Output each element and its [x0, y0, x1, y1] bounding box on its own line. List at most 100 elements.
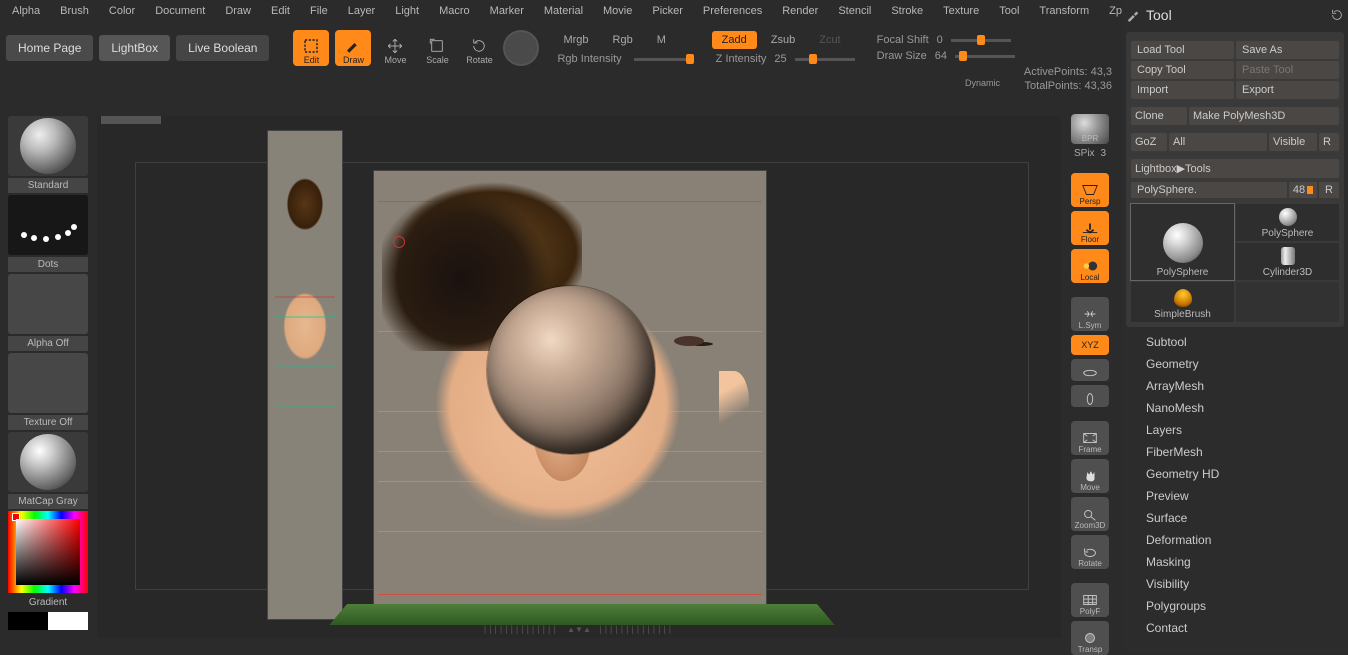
menu-stencil[interactable]: Stencil: [830, 2, 879, 20]
menu-movie[interactable]: Movie: [595, 2, 640, 20]
focalshift-slider[interactable]: [951, 39, 1011, 42]
lightboxtools-button[interactable]: Lightbox▶Tools: [1131, 159, 1339, 178]
xyz-button[interactable]: XYZ: [1071, 335, 1109, 355]
canvas-resize-grip[interactable]: |||||||||||||| ▲▼▲ ||||||||||||||: [484, 624, 674, 634]
subpalette-nanomesh[interactable]: NanoMesh: [1146, 401, 1342, 415]
subpalette-masking[interactable]: Masking: [1146, 555, 1342, 569]
export-button[interactable]: Export: [1236, 81, 1339, 99]
loadtool-button[interactable]: Load Tool: [1131, 41, 1234, 59]
tool-polysphere-active[interactable]: PolySphere: [1131, 204, 1234, 280]
saveas-button[interactable]: Save As: [1236, 41, 1339, 59]
rgbintensity-slider[interactable]: [634, 58, 694, 61]
menu-layer[interactable]: Layer: [340, 2, 384, 20]
material-picker[interactable]: [8, 432, 88, 492]
rot-z-button[interactable]: [1071, 385, 1109, 407]
menu-edit[interactable]: Edit: [263, 2, 298, 20]
menu-light[interactable]: Light: [387, 2, 427, 20]
menu-render[interactable]: Render: [774, 2, 826, 20]
rotate-mode-button[interactable]: Rotate: [461, 30, 497, 66]
subpalette-arraymesh[interactable]: ArrayMesh: [1146, 379, 1342, 393]
active-mesh-polysphere[interactable]: [487, 286, 655, 454]
alpha-picker[interactable]: [8, 274, 88, 334]
goz-visible-button[interactable]: Visible: [1269, 133, 1317, 151]
rotate-view-button[interactable]: Rotate: [1071, 535, 1109, 569]
subpalette-subtool[interactable]: Subtool: [1146, 335, 1342, 349]
polyframe-button[interactable]: PolyF: [1071, 583, 1109, 617]
subpalette-surface[interactable]: Surface: [1146, 511, 1342, 525]
menu-brush[interactable]: Brush: [52, 2, 97, 20]
menu-alpha[interactable]: Alpha: [4, 2, 48, 20]
dynamic-toggle[interactable]: Dynamic: [965, 78, 1000, 88]
goz-all-button[interactable]: All: [1169, 133, 1267, 151]
zoom-button[interactable]: Zoom3D: [1071, 497, 1109, 531]
subpalette-fibermesh[interactable]: FiberMesh: [1146, 445, 1342, 459]
refresh-icon[interactable]: [1330, 8, 1344, 22]
m-toggle[interactable]: M: [647, 31, 676, 49]
spix-slider[interactable]: SPix3: [1071, 148, 1109, 159]
brush-picker[interactable]: [8, 116, 88, 176]
frame-button[interactable]: Frame: [1071, 421, 1109, 455]
color-picker[interactable]: [8, 511, 88, 593]
goz-r-button[interactable]: R: [1319, 133, 1339, 151]
rot-y-button[interactable]: [1071, 359, 1109, 381]
lsym-button[interactable]: L.Sym: [1071, 297, 1109, 331]
texture-picker[interactable]: [8, 353, 88, 413]
menu-material[interactable]: Material: [536, 2, 591, 20]
menu-tool[interactable]: Tool: [991, 2, 1027, 20]
menu-draw[interactable]: Draw: [217, 2, 259, 20]
tool-polysphere[interactable]: PolySphere: [1236, 204, 1339, 241]
drawsize-slider[interactable]: [955, 55, 1015, 58]
goz-button[interactable]: GoZ: [1131, 133, 1167, 151]
menu-preferences[interactable]: Preferences: [695, 2, 770, 20]
zadd-toggle[interactable]: Zadd: [712, 31, 757, 49]
menu-marker[interactable]: Marker: [482, 2, 532, 20]
document-tab[interactable]: [101, 116, 161, 124]
scale-mode-button[interactable]: Scale: [419, 30, 455, 66]
menu-texture[interactable]: Texture: [935, 2, 987, 20]
subpalette-geometryhd[interactable]: Geometry HD: [1146, 467, 1342, 481]
lightbox-button[interactable]: LightBox: [99, 35, 170, 61]
zcut-toggle[interactable]: Zcut: [809, 31, 850, 49]
menu-transform[interactable]: Transform: [1031, 2, 1097, 20]
subpalette-deformation[interactable]: Deformation: [1146, 533, 1342, 547]
secondary-color-swatches[interactable]: [8, 612, 88, 630]
bpr-button[interactable]: BPR: [1071, 114, 1109, 144]
draw-mode-button[interactable]: Draw: [335, 30, 371, 66]
persp-button[interactable]: Persp: [1071, 173, 1109, 207]
polysphere-slider[interactable]: PolySphere.: [1131, 182, 1287, 198]
tool-simplebrush[interactable]: SimpleBrush: [1131, 282, 1234, 322]
subpalette-visibility[interactable]: Visibility: [1146, 577, 1342, 591]
homepage-button[interactable]: Home Page: [6, 35, 93, 61]
subpalette-preview[interactable]: Preview: [1146, 489, 1342, 503]
import-button[interactable]: Import: [1131, 81, 1234, 99]
mrgb-toggle[interactable]: Mrgb: [553, 31, 598, 49]
transp-button[interactable]: Transp: [1071, 621, 1109, 655]
subpalette-geometry[interactable]: Geometry: [1146, 357, 1342, 371]
pastetool-button[interactable]: Paste Tool: [1236, 61, 1339, 79]
copytool-button[interactable]: Copy Tool: [1131, 61, 1234, 79]
subpalette-contact[interactable]: Contact: [1146, 621, 1342, 635]
subpalette-layers[interactable]: Layers: [1146, 423, 1342, 437]
stroke-picker[interactable]: [8, 195, 88, 255]
liveboolean-button[interactable]: Live Boolean: [176, 35, 269, 61]
edit-mode-button[interactable]: Edit: [293, 30, 329, 66]
zsub-toggle[interactable]: Zsub: [761, 31, 805, 49]
move-mode-button[interactable]: Move: [377, 30, 413, 66]
local-button[interactable]: Local: [1071, 249, 1109, 283]
makepolymesh-button[interactable]: Make PolyMesh3D: [1189, 107, 1339, 125]
menu-color[interactable]: Color: [101, 2, 143, 20]
menu-document[interactable]: Document: [147, 2, 213, 20]
menu-stroke[interactable]: Stroke: [883, 2, 931, 20]
gyro-button[interactable]: [503, 30, 539, 66]
subpalette-polygroups[interactable]: Polygroups: [1146, 599, 1342, 613]
menu-macro[interactable]: Macro: [431, 2, 478, 20]
viewport[interactable]: |||||||||||||| ▲▼▲ ||||||||||||||: [97, 116, 1061, 638]
polysphere-r-button[interactable]: R: [1319, 182, 1339, 198]
rgb-toggle[interactable]: Rgb: [603, 31, 643, 49]
menu-picker[interactable]: Picker: [644, 2, 691, 20]
menu-file[interactable]: File: [302, 2, 336, 20]
clone-button[interactable]: Clone: [1131, 107, 1187, 125]
zintensity-slider[interactable]: [795, 58, 855, 61]
move-view-button[interactable]: Move: [1071, 459, 1109, 493]
floor-button[interactable]: Floor: [1071, 211, 1109, 245]
